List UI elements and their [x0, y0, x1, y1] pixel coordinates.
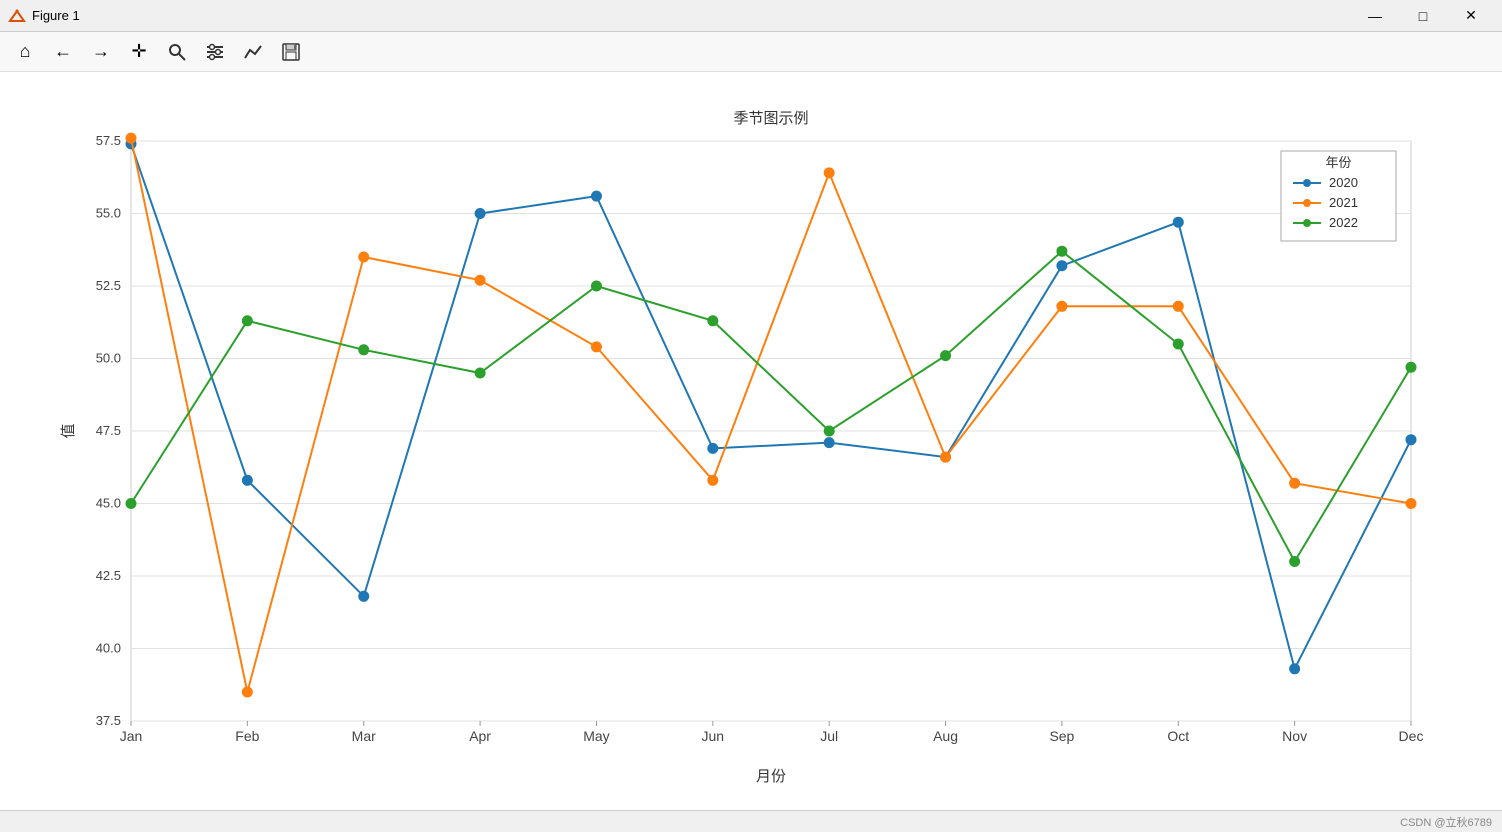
home-button[interactable]: ⌂ [8, 36, 42, 68]
svg-text:40.0: 40.0 [96, 641, 121, 656]
app-icon [8, 7, 26, 25]
toolbar: ⌂ ← → ✛ [0, 32, 1502, 72]
svg-text:值: 值 [60, 423, 77, 438]
svg-text:2020: 2020 [1329, 175, 1358, 190]
svg-text:Feb: Feb [235, 728, 259, 744]
window-controls: — □ ✕ [1352, 0, 1494, 32]
svg-text:Nov: Nov [1282, 728, 1307, 744]
svg-text:季节图示例: 季节图示例 [733, 110, 808, 127]
svg-text:55.0: 55.0 [96, 206, 121, 221]
status-bar: CSDN @立秋6789 [0, 810, 1502, 832]
main-window: Figure 1 — □ ✕ ⌂ ← → ✛ [0, 0, 1502, 832]
svg-text:Dec: Dec [1399, 728, 1424, 744]
svg-text:42.5: 42.5 [96, 568, 121, 583]
status-text: CSDN @立秋6789 [1400, 814, 1492, 830]
chart-container: 37.5 40.0 42.5 45.0 47.5 50.0 52.5 55.0 57.5 Jan F… [51, 91, 1451, 791]
save-button[interactable] [274, 36, 308, 68]
svg-text:Apr: Apr [469, 728, 491, 744]
title-bar: Figure 1 — □ ✕ [0, 0, 1502, 32]
forward-button[interactable]: → [84, 36, 118, 68]
svg-text:2021: 2021 [1329, 195, 1358, 210]
svg-text:57.5: 57.5 [96, 133, 121, 148]
svg-text:2022: 2022 [1329, 215, 1358, 230]
svg-text:50.0: 50.0 [96, 351, 121, 366]
svg-text:Sep: Sep [1049, 728, 1074, 744]
svg-text:May: May [583, 728, 609, 744]
configure-button[interactable] [198, 36, 232, 68]
chart-svg: 37.5 40.0 42.5 45.0 47.5 50.0 52.5 55.0 57.5 Jan F… [51, 91, 1451, 791]
svg-text:52.5: 52.5 [96, 278, 121, 293]
svg-text:45.0: 45.0 [96, 496, 121, 511]
zoom-button[interactable] [160, 36, 194, 68]
maximize-button[interactable]: □ [1400, 0, 1446, 32]
svg-text:Mar: Mar [352, 728, 376, 744]
svg-text:37.5: 37.5 [96, 713, 121, 728]
window-title: Figure 1 [32, 8, 1352, 23]
back-button[interactable]: ← [46, 36, 80, 68]
pan-button[interactable]: ✛ [122, 36, 156, 68]
lines-button[interactable] [236, 36, 270, 68]
minimize-button[interactable]: — [1352, 0, 1398, 32]
svg-text:Oct: Oct [1167, 728, 1189, 744]
svg-text:Jan: Jan [120, 728, 143, 744]
svg-text:Jul: Jul [820, 728, 838, 744]
close-button[interactable]: ✕ [1448, 0, 1494, 32]
svg-text:47.5: 47.5 [96, 423, 121, 438]
svg-text:月份: 月份 [756, 768, 786, 785]
svg-text:Aug: Aug [933, 728, 958, 744]
svg-text:年份: 年份 [1325, 155, 1351, 170]
chart-area: 37.5 40.0 42.5 45.0 47.5 50.0 52.5 55.0 57.5 Jan F… [0, 72, 1502, 810]
svg-text:Jun: Jun [702, 728, 725, 744]
